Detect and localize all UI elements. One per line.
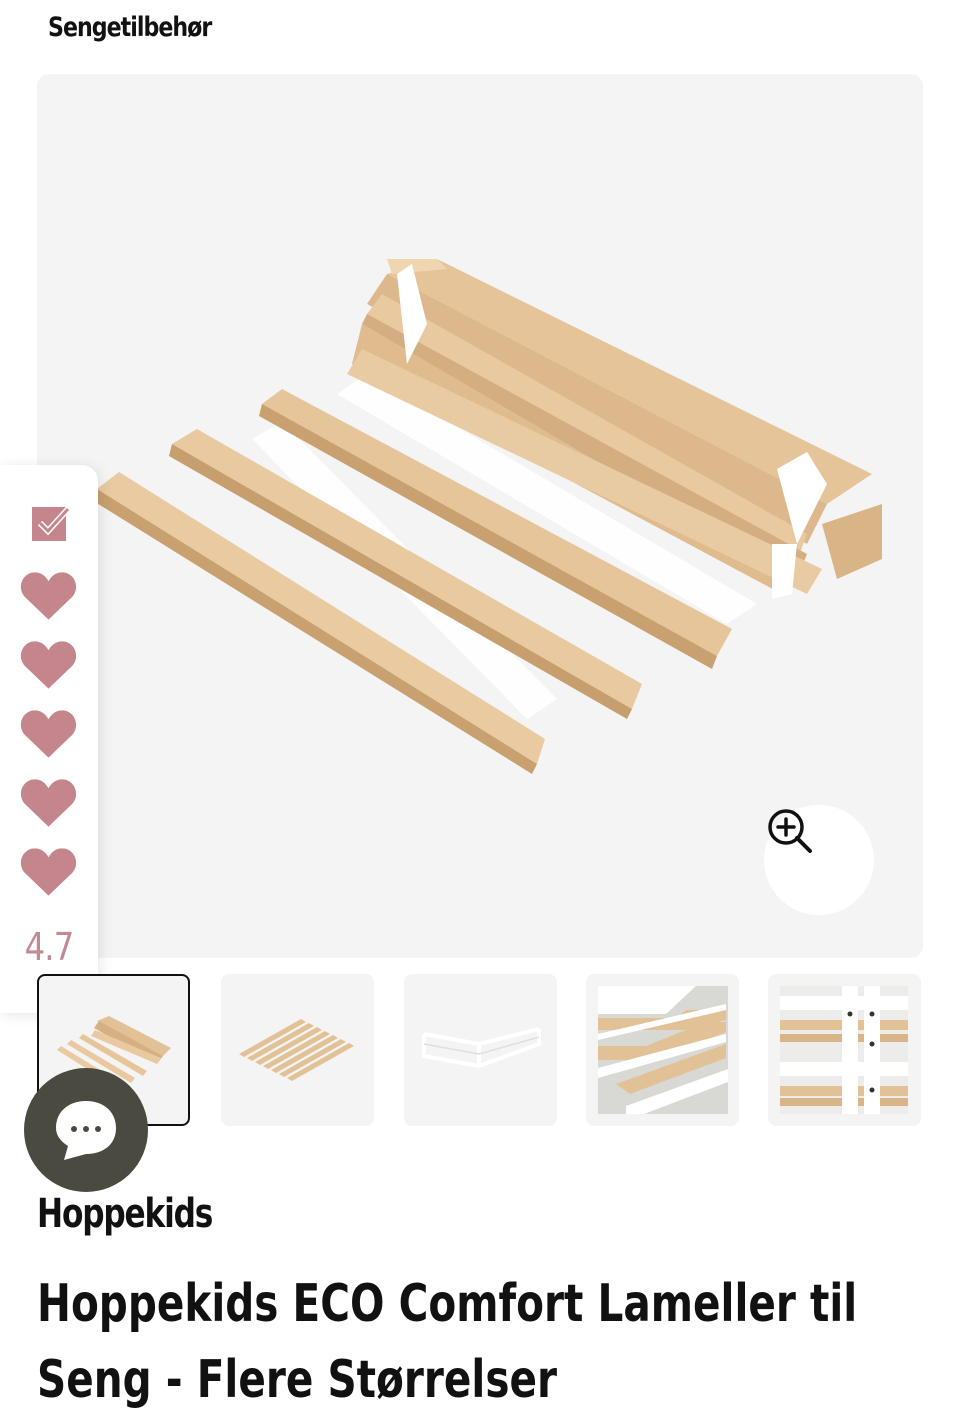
chat-button[interactable] bbox=[24, 1068, 148, 1192]
rating-value: 4.7 bbox=[24, 925, 75, 969]
checkbox-icon bbox=[32, 506, 71, 541]
rating-panel[interactable]: 4.7 bbox=[0, 465, 98, 1013]
thumbnail-3[interactable] bbox=[404, 974, 557, 1126]
heart-icon bbox=[20, 779, 77, 827]
zoom-button[interactable] bbox=[764, 805, 874, 915]
product-main-image[interactable] bbox=[37, 74, 923, 958]
thumbnail-image bbox=[422, 1027, 541, 1069]
chat-bubble-icon bbox=[56, 1101, 116, 1160]
zoom-in-icon bbox=[768, 809, 812, 853]
thumbnail-image bbox=[598, 986, 728, 1114]
breadcrumb[interactable]: Sengetilbehør bbox=[48, 8, 212, 48]
thumbnail-4[interactable] bbox=[586, 974, 739, 1126]
product-title: Hoppekids ECO Comfort Lameller til Seng … bbox=[37, 1274, 858, 1410]
heart-icon bbox=[20, 572, 77, 620]
heart-icon bbox=[20, 848, 77, 896]
thumbnail-image bbox=[239, 1019, 354, 1081]
heart-icon bbox=[20, 641, 77, 689]
thumbnail-image bbox=[780, 986, 908, 1114]
thumbnail-2[interactable] bbox=[221, 974, 374, 1126]
thumbnail-5[interactable] bbox=[768, 974, 921, 1126]
heart-icon bbox=[20, 710, 77, 758]
brand-name[interactable]: Hoppekids bbox=[37, 1186, 213, 1242]
